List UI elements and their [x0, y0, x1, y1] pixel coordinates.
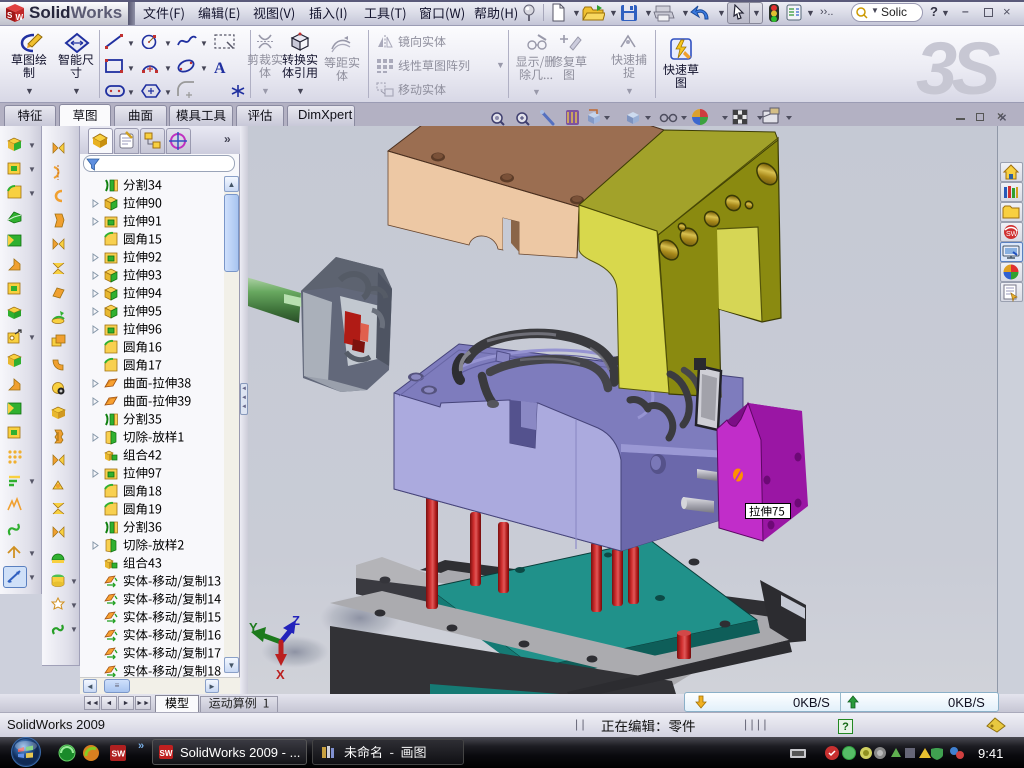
svg-text:SW: SW — [160, 749, 173, 758]
svg-text:A: A — [214, 60, 226, 76]
svg-text:S: S — [7, 11, 13, 20]
svg-text:SW: SW — [1006, 231, 1018, 238]
svg-text:Y: Y — [249, 620, 258, 635]
svg-text:X: X — [276, 667, 285, 682]
svg-text:W: W — [16, 13, 24, 22]
svg-text:SW: SW — [112, 749, 127, 759]
svg-text:Z: Z — [292, 613, 300, 628]
